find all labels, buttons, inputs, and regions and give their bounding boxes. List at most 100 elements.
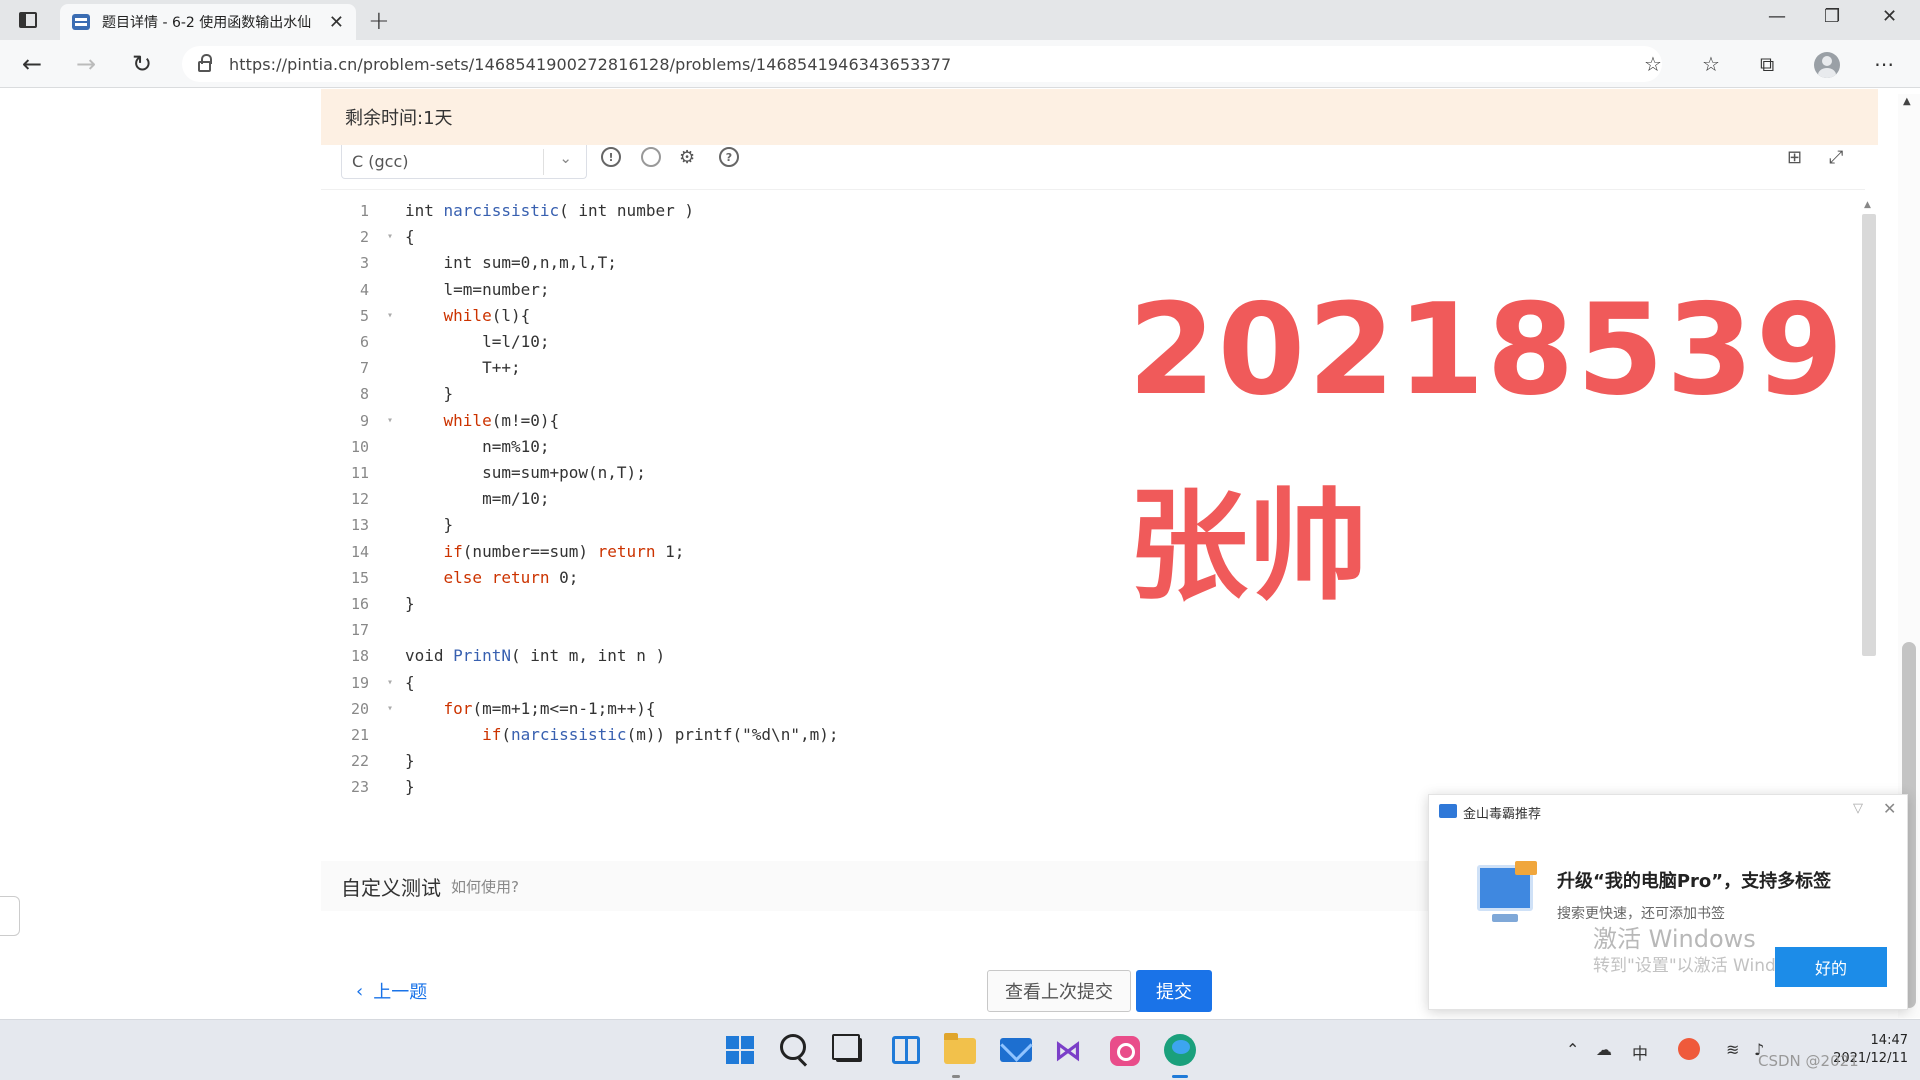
code-text: void PrintN( int m, int n ): [405, 646, 666, 666]
clock-time: 14:47: [1870, 1033, 1908, 1048]
popup-ok-button[interactable]: 好的: [1775, 947, 1887, 987]
code-text: while(l){: [443, 305, 531, 325]
code-text: m=m/10;: [405, 489, 550, 509]
language-value: C (gcc): [352, 152, 409, 171]
line-number: 4: [359, 280, 369, 299]
start-menu-icon[interactable]: [726, 1036, 754, 1064]
info-icon[interactable]: !: [601, 147, 621, 167]
code-line[interactable]: 18 void PrintN( int m, int n ): [321, 643, 1821, 669]
code-line[interactable]: 2 ▾ {: [321, 224, 1821, 250]
new-tab-icon[interactable]: +: [368, 6, 390, 36]
profile-avatar[interactable]: [1814, 52, 1840, 78]
task-view-icon[interactable]: [832, 1034, 862, 1062]
chevron-left-icon: ‹: [356, 980, 364, 1002]
line-number: 20: [350, 699, 369, 718]
code-line[interactable]: 11 sum=sum+pow(n,T);: [321, 460, 1821, 486]
line-number: 23: [350, 778, 369, 797]
collections-icon[interactable]: ⧉: [1760, 52, 1774, 76]
visual-studio-icon[interactable]: ⋈: [1054, 1034, 1082, 1067]
forward-icon[interactable]: →: [76, 50, 96, 78]
settings-gear-icon[interactable]: ⚙: [679, 147, 695, 168]
template-icon[interactable]: ⊞: [1787, 147, 1802, 168]
custom-test-section[interactable]: 自定义测试 如何使用?: [321, 861, 1481, 911]
url-field[interactable]: https://pintia.cn/problem-sets/146854190…: [182, 46, 1662, 82]
custom-test-title: 自定义测试: [341, 875, 441, 900]
code-line[interactable]: 22}: [321, 748, 1821, 774]
tab-actions-icon[interactable]: [14, 8, 42, 32]
ime-indicator[interactable]: 中: [1632, 1040, 1648, 1064]
tray-overflow-chevron-icon[interactable]: ⌃: [1566, 1040, 1579, 1059]
restore-icon[interactable]: ❐: [1824, 6, 1840, 27]
file-explorer-icon[interactable]: [944, 1033, 976, 1064]
line-number: 9: [359, 411, 369, 430]
code-text: l=l/10;: [405, 332, 550, 351]
fold-arrow-icon[interactable]: ▾: [387, 408, 393, 434]
side-panel-toggle[interactable]: [0, 896, 20, 936]
fullscreen-icon[interactable]: ⤢: [1829, 147, 1843, 168]
fold-arrow-icon[interactable]: ▾: [387, 670, 393, 696]
line-number: 11: [350, 464, 369, 482]
address-bar: ← → ↻ https://pintia.cn/problem-sets/146…: [0, 40, 1920, 88]
custom-test-help-link[interactable]: 如何使用?: [451, 876, 519, 897]
code-text: {: [405, 672, 415, 692]
fold-arrow-icon[interactable]: ▾: [387, 224, 393, 250]
back-icon[interactable]: ←: [22, 50, 42, 78]
mail-icon[interactable]: [1000, 1038, 1032, 1062]
submit-button[interactable]: 提交: [1136, 970, 1212, 1012]
edge-browser-icon[interactable]: [1164, 1034, 1196, 1066]
help-icon[interactable]: ?: [719, 147, 739, 167]
popup-menu-icon[interactable]: ▽: [1853, 801, 1863, 816]
code-text: int sum=0,n,m,l,T;: [405, 253, 617, 273]
code-line[interactable]: 10 n=m%10;: [321, 434, 1821, 460]
tab-close-icon[interactable]: ✕: [329, 12, 344, 33]
code-line[interactable]: 19 ▾ {: [321, 670, 1821, 696]
editor-toolbar: C (gcc) ⌄ ! ⚙ ? ⊞ ⤢: [321, 145, 1878, 189]
csdn-watermark: CSDN @2021: [1758, 1052, 1859, 1070]
code-line[interactable]: 15 else return 0;: [321, 565, 1821, 591]
code-line[interactable]: 16}: [321, 591, 1821, 617]
more-menu-icon[interactable]: ⋯: [1874, 52, 1894, 76]
fold-arrow-icon[interactable]: ▾: [387, 303, 393, 329]
language-select[interactable]: C (gcc) ⌄: [341, 145, 587, 179]
history-icon[interactable]: [641, 147, 661, 167]
tab-title: 题目详情 - 6-2 使用函数输出水仙: [102, 15, 312, 31]
add-favorite-icon[interactable]: ☆: [1644, 52, 1662, 76]
promo-notification: 金山毒霸推荐 ▽ ✕ 升级“我的电脑Pro”，支持多标签 搜索更快速，还可添加书…: [1428, 794, 1908, 1010]
code-text: sum=sum+pow(n,T);: [405, 463, 646, 482]
editor-scrollbar-thumb[interactable]: [1862, 214, 1876, 656]
line-number: 19: [350, 673, 369, 692]
refresh-icon[interactable]: ↻: [132, 50, 152, 78]
fold-arrow-icon[interactable]: ▾: [387, 696, 393, 722]
line-number: 18: [350, 647, 369, 666]
code-line[interactable]: 14 if(number==sum) return 1;: [321, 539, 1821, 565]
popup-close-icon[interactable]: ✕: [1883, 799, 1896, 818]
line-number: 22: [350, 752, 369, 771]
activate-windows-watermark: 激活 Windows: [1593, 925, 1756, 953]
onedrive-cloud-icon[interactable]: ☁: [1596, 1040, 1612, 1059]
code-line[interactable]: 21 if(narcissistic(m)) printf("%d\n",m);: [321, 722, 1821, 748]
photo-app-icon[interactable]: [1110, 1036, 1140, 1066]
sogou-input-icon[interactable]: [1678, 1038, 1700, 1060]
favorites-icon[interactable]: ☆: [1702, 52, 1720, 76]
line-number: 8: [359, 385, 369, 404]
browser-tab[interactable]: 题目详情 - 6-2 使用函数输出水仙 ✕: [60, 4, 356, 40]
code-line[interactable]: 3 int sum=0,n,m,l,T;: [321, 250, 1821, 276]
code-line[interactable]: 13 }: [321, 512, 1821, 538]
code-text: n=m%10;: [405, 436, 550, 456]
search-icon[interactable]: [780, 1034, 806, 1060]
code-line[interactable]: 12 m=m/10;: [321, 486, 1821, 512]
code-text: if(number==sum) return 1;: [443, 541, 685, 561]
window-close-icon[interactable]: ✕: [1882, 6, 1897, 27]
line-number: 1: [359, 202, 369, 220]
tab-bar: 题目详情 - 6-2 使用函数输出水仙 ✕ + — ❐ ✕: [0, 0, 1920, 40]
view-last-submission-button[interactable]: 查看上次提交: [987, 970, 1131, 1012]
widgets-icon[interactable]: [892, 1036, 920, 1064]
code-line[interactable]: 20 ▾ for(m=m+1;m<=n-1;m++){: [321, 696, 1821, 722]
wifi-icon[interactable]: ≋: [1726, 1040, 1739, 1059]
minimize-icon[interactable]: —: [1768, 6, 1786, 27]
code-line[interactable]: 1 int narcissistic( int number ): [321, 198, 1821, 224]
code-text: }: [405, 777, 415, 797]
code-line[interactable]: 17: [321, 617, 1821, 643]
prev-problem-link[interactable]: ‹ 上一题: [356, 978, 427, 1004]
line-number: 14: [350, 542, 369, 561]
